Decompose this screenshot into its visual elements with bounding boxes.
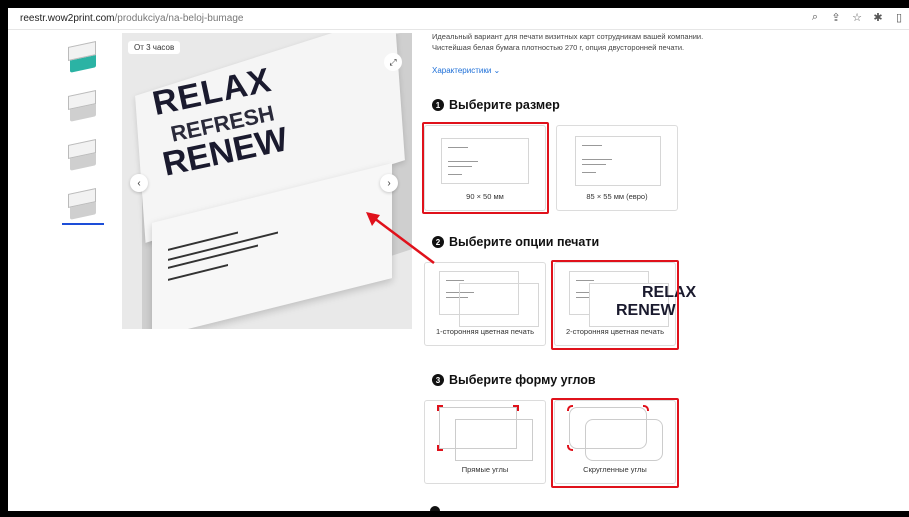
characteristics-link[interactable]: Характеристики ⌄ — [432, 66, 500, 75]
browser-window: reestr.wow2print.com/produkciya/na-beloj… — [8, 8, 909, 511]
product-description: Идеальный вариант для печати визитных ка… — [432, 31, 703, 53]
step-size-title: 1 Выберите размер — [432, 98, 560, 112]
chevron-left-icon: ‹ — [137, 177, 141, 189]
delivery-time-badge: От 3 часов — [128, 41, 181, 54]
chevron-right-icon: › — [387, 177, 391, 189]
step-title-text: Выберите опции печати — [449, 235, 600, 249]
step-print-title: 2 Выберите опции печати — [432, 235, 599, 249]
gallery-thumbnail[interactable] — [62, 87, 104, 127]
gallery-thumbnail[interactable] — [62, 136, 104, 176]
card-preview — [575, 136, 661, 186]
selection-highlight — [551, 260, 679, 350]
option-label: Прямые углы — [461, 465, 509, 474]
next-step-number — [430, 506, 440, 511]
zoom-icon[interactable]: ⌕ — [809, 11, 821, 24]
address-bar[interactable]: reestr.wow2print.com/produkciya/na-beloj… — [8, 8, 909, 30]
expand-icon[interactable]: ⤢ — [384, 53, 402, 71]
gallery-thumbnail[interactable] — [62, 38, 104, 78]
annotation-arrow — [366, 212, 435, 264]
url-path: /produkciya/na-beloj-bumage — [114, 13, 244, 24]
star-icon[interactable]: ☆ — [851, 11, 863, 24]
selection-highlight — [551, 398, 679, 488]
size-option-85x55[interactable]: 85 × 55 мм (евро) — [556, 125, 678, 211]
gallery-next-button[interactable]: › — [380, 174, 398, 192]
selection-highlight — [422, 122, 549, 214]
card-preview-back — [459, 283, 539, 327]
print-option-one-side[interactable]: 1-сторонняя цветная печать — [424, 262, 546, 346]
step-number: 1 — [432, 99, 444, 111]
step-number: 3 — [432, 374, 444, 386]
sidebar-icon[interactable]: ▯ — [893, 11, 905, 24]
extensions-icon[interactable]: ✱ — [872, 11, 884, 24]
gallery-thumbnail-active[interactable] — [62, 185, 104, 225]
description-line: Идеальный вариант для печати визитных ка… — [432, 32, 704, 41]
share-icon[interactable]: ⇪ — [830, 11, 842, 24]
url-text[interactable]: reestr.wow2print.com/produkciya/na-beloj… — [20, 13, 243, 24]
corner-option-square[interactable]: Прямые углы — [424, 400, 546, 484]
option-label: 1-сторонняя цветная печать — [435, 327, 535, 336]
url-host: reestr.wow2print.com — [20, 13, 115, 24]
square-card-preview-back — [455, 419, 533, 461]
browser-toolbar: ⌕ ⇪ ☆ ✱ ▯ — [809, 11, 905, 24]
product-hero-image: RELAX REFRESH RENEW От 3 часов ⤢ — [122, 33, 412, 329]
step-title-text: Выберите форму углов — [449, 373, 596, 387]
gallery-prev-button[interactable]: ‹ — [130, 174, 148, 192]
option-label: 85 × 55 мм (евро) — [586, 192, 648, 201]
description-line: Чистейшая белая бумага плотностью 270 г,… — [432, 43, 685, 52]
step-corners-title: 3 Выберите форму углов — [432, 373, 596, 387]
step-title-text: Выберите размер — [449, 98, 560, 112]
gallery-thumbnails — [62, 38, 104, 234]
